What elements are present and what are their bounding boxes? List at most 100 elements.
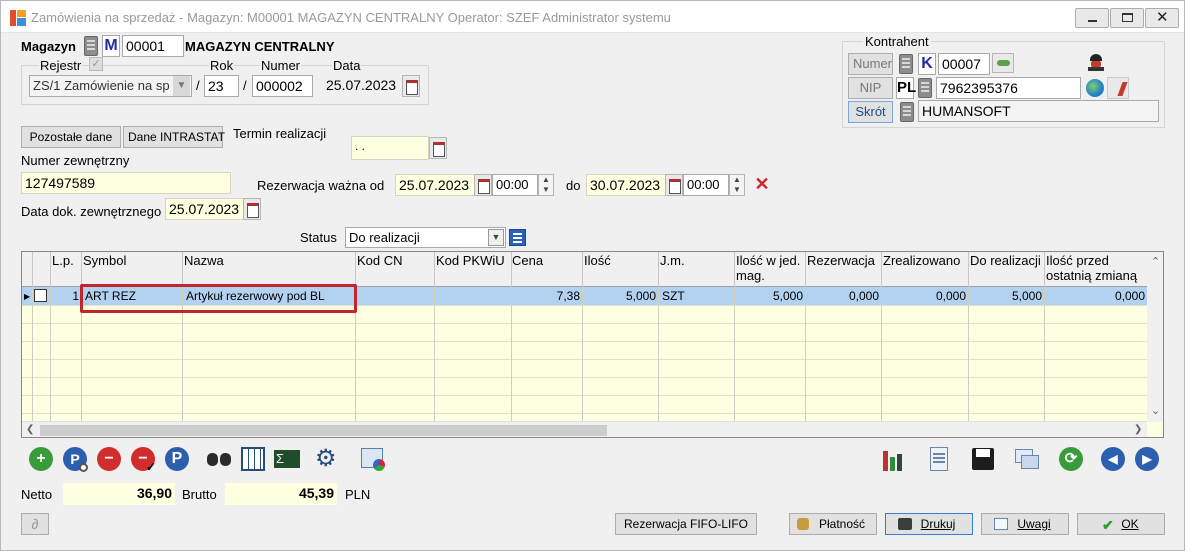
- rezerwacja-label: Rezerwacja ważna od: [257, 178, 385, 193]
- col-zrealizowano[interactable]: Zrealizowano: [883, 253, 960, 268]
- kontrahent-list-icon[interactable]: [899, 54, 913, 74]
- window-chart-icon[interactable]: [359, 445, 387, 473]
- p-icon[interactable]: P: [163, 445, 191, 473]
- data-dok-label: Data dok. zewnętrznego: [21, 204, 162, 219]
- chart-icon[interactable]: [1107, 77, 1129, 99]
- cell-rezerwacja: 0,000: [848, 289, 879, 303]
- table-binoculars-icon[interactable]: [239, 445, 267, 473]
- windows-icon[interactable]: [1013, 445, 1041, 473]
- save-icon[interactable]: [969, 445, 997, 473]
- skrot-field[interactable]: HUMANSOFT: [918, 100, 1159, 122]
- drukuj-label: Drukuj: [920, 517, 956, 531]
- cell-lp: 1: [72, 289, 79, 303]
- row-checkbox[interactable]: [34, 289, 47, 302]
- delete-icon[interactable]: −: [95, 445, 123, 473]
- nip-field[interactable]: 7962395376: [936, 77, 1081, 99]
- preview-icon[interactable]: P: [61, 445, 89, 473]
- rezerwacja-do-date[interactable]: 30.07.2023: [586, 174, 666, 196]
- numer-field[interactable]: 000002: [252, 75, 313, 97]
- col-lp[interactable]: L.p.: [52, 253, 74, 268]
- previous-icon[interactable]: ◀: [1099, 445, 1127, 473]
- rejestr-checkbox[interactable]: ✓: [89, 57, 103, 71]
- data-dok-field[interactable]: 25.07.2023: [165, 198, 244, 220]
- clear-reservation-icon[interactable]: ✕: [753, 174, 771, 194]
- col-symbol[interactable]: Symbol: [83, 253, 126, 268]
- list-icon[interactable]: [509, 229, 526, 246]
- rezerwacja-od-calendar-icon[interactable]: [474, 174, 492, 196]
- termin-calendar-icon[interactable]: [429, 137, 447, 159]
- uwagi-button[interactable]: Uwagi: [981, 513, 1069, 535]
- scroll-up-icon[interactable]: ⌃: [1151, 255, 1160, 268]
- vertical-scrollbar[interactable]: ⌃ ⌄: [1147, 252, 1163, 422]
- sum-icon[interactable]: Σ: [273, 445, 301, 473]
- col-do-realizacji[interactable]: Do realizacji: [970, 253, 1041, 268]
- nip-list-icon[interactable]: [918, 78, 932, 98]
- maximize-button[interactable]: [1110, 8, 1144, 28]
- magazyn-list-icon[interactable]: [84, 36, 98, 56]
- skrot-list-icon[interactable]: [900, 102, 914, 122]
- close-button[interactable]: ✕: [1145, 8, 1179, 28]
- do-time-spinner[interactable]: ▲ ▼: [729, 174, 745, 196]
- pozostale-dane-button[interactable]: Pozostałe dane: [21, 126, 121, 148]
- spy-icon[interactable]: [1086, 53, 1106, 73]
- col-ilosc[interactable]: Ilość: [584, 253, 611, 268]
- kontrahent-nip-button[interactable]: NIP: [848, 77, 893, 99]
- handshake-icon[interactable]: [992, 53, 1014, 73]
- document-icon[interactable]: [925, 445, 953, 473]
- data-field[interactable]: 25.07.2023: [323, 75, 403, 97]
- kontrahent-numer-field[interactable]: 00007: [938, 53, 990, 75]
- netto-label: Netto: [21, 487, 53, 502]
- rezerwacja-fifo-button[interactable]: Rezerwacja FIFO-LIFO: [615, 513, 757, 535]
- col-ilosc-przed[interactable]: Ilość przed ostatnią zmianą: [1046, 253, 1146, 283]
- col-kod-cn[interactable]: Kod CN: [357, 253, 403, 268]
- binoculars-icon[interactable]: [205, 445, 233, 473]
- ok-button[interactable]: ✔ OK: [1077, 513, 1165, 535]
- horizontal-scrollbar[interactable]: ❮ ❯: [22, 421, 1147, 437]
- col-jm[interactable]: J.m.: [660, 253, 685, 268]
- chevron-down-icon[interactable]: ▼: [173, 76, 190, 96]
- scroll-right-icon[interactable]: ❯: [1134, 424, 1142, 435]
- rezerwacja-od-time[interactable]: 00:00: [492, 174, 538, 196]
- col-cena[interactable]: Cena: [512, 253, 543, 268]
- rok-field[interactable]: 23: [204, 75, 239, 97]
- od-time-spinner[interactable]: ▲ ▼: [538, 174, 554, 196]
- refresh-icon[interactable]: ⟳: [1057, 445, 1085, 473]
- attachment-button[interactable]: ∂: [21, 513, 49, 535]
- chevron-down-icon[interactable]: ▼: [488, 229, 504, 246]
- gears-icon[interactable]: ⚙: [315, 445, 343, 473]
- check-icon: ✔: [1102, 517, 1114, 533]
- calendar-icon[interactable]: [402, 75, 420, 97]
- add-icon[interactable]: +: [27, 445, 55, 473]
- next-icon[interactable]: ▶: [1133, 445, 1161, 473]
- col-rezerwacja[interactable]: Rezerwacja: [807, 253, 875, 268]
- kontrahent-letter: K: [918, 53, 936, 75]
- termin-field[interactable]: . .: [351, 136, 429, 160]
- globe-icon[interactable]: [1084, 77, 1106, 99]
- money-icon: [797, 518, 809, 530]
- col-nazwa[interactable]: Nazwa: [184, 253, 224, 268]
- kontrahent-numer-button[interactable]: Numer: [848, 53, 893, 75]
- drukuj-button[interactable]: Drukuj: [885, 513, 973, 535]
- col-kod-pkwiu[interactable]: Kod PKWiU: [436, 253, 505, 268]
- rezerwacja-do-time[interactable]: 00:00: [683, 174, 729, 196]
- minimize-button[interactable]: [1075, 8, 1109, 28]
- rezerwacja-do-calendar-icon[interactable]: [665, 174, 683, 196]
- magazyn-code-field[interactable]: 00001: [122, 35, 184, 57]
- bar-chart-icon[interactable]: [879, 445, 907, 473]
- scroll-thumb[interactable]: [40, 425, 607, 436]
- scroll-left-icon[interactable]: ❮: [26, 424, 34, 435]
- status-select[interactable]: Do realizacji ▼: [345, 227, 506, 248]
- scroll-down-icon[interactable]: ⌄: [1151, 404, 1160, 417]
- table-header: L.p. Symbol Nazwa Kod CN Kod PKWiU Cena …: [22, 252, 1163, 287]
- platnosc-button[interactable]: Płatność: [789, 513, 877, 535]
- rejestr-select[interactable]: ZS/1 Zamówienie na sp ▼: [29, 75, 192, 97]
- col-ilosc-mag[interactable]: Ilość w jed. mag.: [736, 253, 806, 283]
- numer-zewnetrzny-field[interactable]: 127497589: [21, 172, 231, 194]
- data-dok-calendar-icon[interactable]: [243, 198, 261, 220]
- dane-intrastat-button[interactable]: Dane INTRASTAT: [123, 126, 225, 148]
- highlight-box: [80, 284, 357, 313]
- delete-checked-icon[interactable]: − ✓: [129, 445, 157, 474]
- kontrahent-skrot-button[interactable]: Skrót: [848, 101, 893, 123]
- rezerwacja-od-date[interactable]: 25.07.2023: [395, 174, 475, 196]
- cell-ilosc: 5,000: [625, 289, 656, 303]
